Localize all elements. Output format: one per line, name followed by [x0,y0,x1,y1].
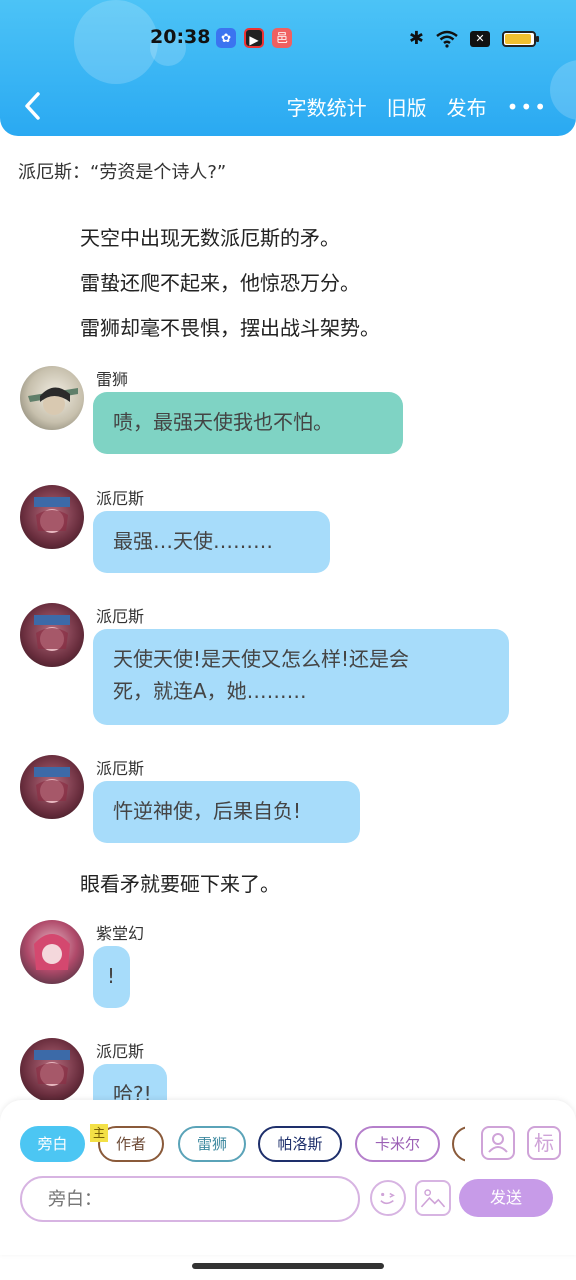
message-bubble[interactable]: 哈?! [93,1064,167,1100]
message-bubble[interactable]: 忤逆神使，后果自负! [93,781,360,843]
avatar[interactable] [20,1038,84,1100]
avatar[interactable] [20,366,84,430]
narration-line: 眼看矛就要砸下来了。 [80,872,280,896]
narration-line: 天空中出现无数派厄斯的矛。 [80,226,340,250]
message-text-line: 天使天使!是天使又怎么样!还是会 [113,647,410,671]
nav-actions: 字数统计 旧版 发布 ••• [287,92,548,121]
status-bar: 20:38 ✿ ▶ 邑 ✱ ✕ [0,22,576,56]
chat-message: 派厄斯 天使天使!是天使又怎么样!还是会 死，就连A，她……… [20,603,560,733]
speaker-name: 派厄斯 [96,759,145,778]
bluetooth-icon: ✱ [408,28,424,49]
speaker-name: 紫堂幻 [96,924,145,943]
quote-line: 派厄斯：“劳资是个诗人?” [18,162,227,183]
role-chip-more[interactable] [452,1126,465,1162]
role-selector: 旁白 作者 雷狮 帕洛斯 卡米尔 [20,1126,465,1162]
chat-message: 派厄斯 哈?! [20,1038,560,1100]
message-text-line: 死，就连A，她……… [113,679,307,703]
avatar[interactable] [20,920,84,984]
role-chip-narrator[interactable]: 旁白 [20,1126,85,1162]
image-icon[interactable] [415,1180,451,1216]
status-time: 20:38 [150,26,211,48]
role-chip-leishi[interactable]: 雷狮 [178,1126,246,1162]
baidu-icon: ✿ [216,28,236,48]
avatar[interactable] [20,755,84,819]
nav-bar: 字数统计 旧版 发布 ••• [0,84,576,128]
publish-button[interactable]: 发布 [447,92,487,121]
chat-message: 雷狮 啧，最强天使我也不怕。 [20,366,560,462]
chat-message: 派厄斯 忤逆神使，后果自负! [20,755,560,851]
message-bubble[interactable]: ! [93,946,130,1008]
role-chip-kamier[interactable]: 卡米尔 [355,1126,440,1162]
message-bubble[interactable]: 最强…天使……… [93,511,330,573]
video-app-icon: ▶ [244,28,264,48]
narration-line: 雷蛰还爬不起来，他惊恐万分。 [80,271,360,295]
speaker-name: 派厄斯 [96,489,145,508]
wifi-icon [436,30,458,48]
emoji-icon[interactable] [370,1180,406,1216]
xbox-icon: ✕ [470,30,490,47]
old-version-button[interactable]: 旧版 [387,92,427,121]
speaker-name: 派厄斯 [96,607,145,626]
composer-panel: 旁白 作者 雷狮 帕洛斯 卡米尔 主 标 发送 [0,1100,576,1255]
battery-icon [502,30,539,47]
role-chip-palos[interactable]: 帕洛斯 [258,1126,342,1162]
message-input[interactable] [20,1176,360,1222]
avatar[interactable] [20,485,84,549]
speaker-name: 雷狮 [96,370,129,389]
chevron-left-icon[interactable] [18,88,48,124]
more-button[interactable]: ••• [507,97,548,117]
status-icons: ✱ ✕ [408,28,539,49]
speaker-name: 派厄斯 [96,1042,145,1061]
chat-message: 派厄斯 最强…天使……… [20,485,560,581]
message-bubble[interactable]: 啧，最强天使我也不怕。 [93,392,403,454]
word-count-button[interactable]: 字数统计 [287,92,367,121]
narration-line: 雷狮却毫不畏惧，摆出战斗架势。 [80,316,380,340]
red-app-icon: 邑 [272,28,292,48]
avatar[interactable] [20,603,84,667]
story-content[interactable]: 派厄斯：“劳资是个诗人?” 天空中出现无数派厄斯的矛。 雷蛰还爬不起来，他惊恐万… [0,150,576,1100]
tag-icon[interactable]: 标 [527,1126,561,1160]
character-icon[interactable] [481,1126,515,1160]
chat-message: 紫堂幻 ! [20,920,560,1016]
home-indicator[interactable] [192,1263,384,1269]
send-button[interactable]: 发送 [459,1179,553,1217]
message-bubble[interactable]: 天使天使!是天使又怎么样!还是会 死，就连A，她……… [93,629,509,725]
top-header: 20:38 ✿ ▶ 邑 ✱ ✕ 字数统计 旧版 发布 ••• [0,0,576,136]
owner-badge: 主 [90,1124,108,1142]
